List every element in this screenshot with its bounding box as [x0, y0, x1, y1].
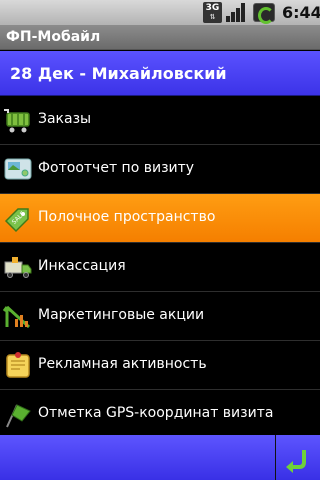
menu-item-label: Фотоотчет по визиту	[38, 160, 195, 176]
flag-icon	[6, 404, 31, 428]
menu-item-marketing-actions[interactable]: Маркетинговые акции	[0, 292, 320, 341]
visit-header: 28 Дек - Михайловский	[0, 51, 320, 96]
menu-item-gps-mark[interactable]: Отметка GPS-координат визита	[0, 390, 320, 439]
menu-item-collection[interactable]: Инкассация	[0, 243, 320, 292]
back-arrow-icon	[286, 450, 306, 473]
menu-item-label: Полочное пространство	[38, 209, 216, 225]
menu-item-photo-report[interactable]: Фотоотчет по визиту	[0, 145, 320, 194]
photo-icon	[4, 158, 32, 180]
cart-icon	[4, 109, 30, 133]
app-title: ФП-Мобайл	[6, 29, 101, 45]
menu-item-label: Рекламная активность	[38, 356, 207, 372]
menu-item-label: Отметка GPS-координат визита	[38, 405, 274, 421]
menu-item-shelf-space[interactable]: SALE Полочное пространство	[0, 194, 320, 243]
truck-icon	[4, 257, 32, 278]
menu-item-label: Маркетинговые акции	[38, 307, 205, 323]
network-3g-icon: 3G ⇅	[203, 2, 222, 23]
battery-charging-icon	[253, 3, 275, 24]
price-tag-icon: SALE	[4, 208, 29, 233]
menu-item-label: Инкассация	[38, 258, 126, 274]
signal-strength-icon	[226, 3, 248, 22]
growth-arrow-icon	[3, 305, 31, 329]
app-title-bar: ФП-Мобайл	[0, 25, 320, 50]
bottom-toolbar	[0, 435, 320, 480]
clock: 6:44	[282, 3, 320, 22]
visit-title: 28 Дек - Михайловский	[10, 64, 227, 83]
note-icon	[6, 352, 30, 378]
status-bar: 3G ⇅ 6:44	[0, 0, 320, 25]
back-button[interactable]	[276, 435, 320, 480]
menu-list: Заказы Фотоотчет по визиту SALE Полочное…	[0, 96, 320, 439]
menu-item-label: Заказы	[38, 111, 92, 127]
menu-item-orders[interactable]: Заказы	[0, 96, 320, 145]
network-type-label: 3G	[205, 3, 220, 13]
menu-item-advertising[interactable]: Рекламная активность	[0, 341, 320, 390]
